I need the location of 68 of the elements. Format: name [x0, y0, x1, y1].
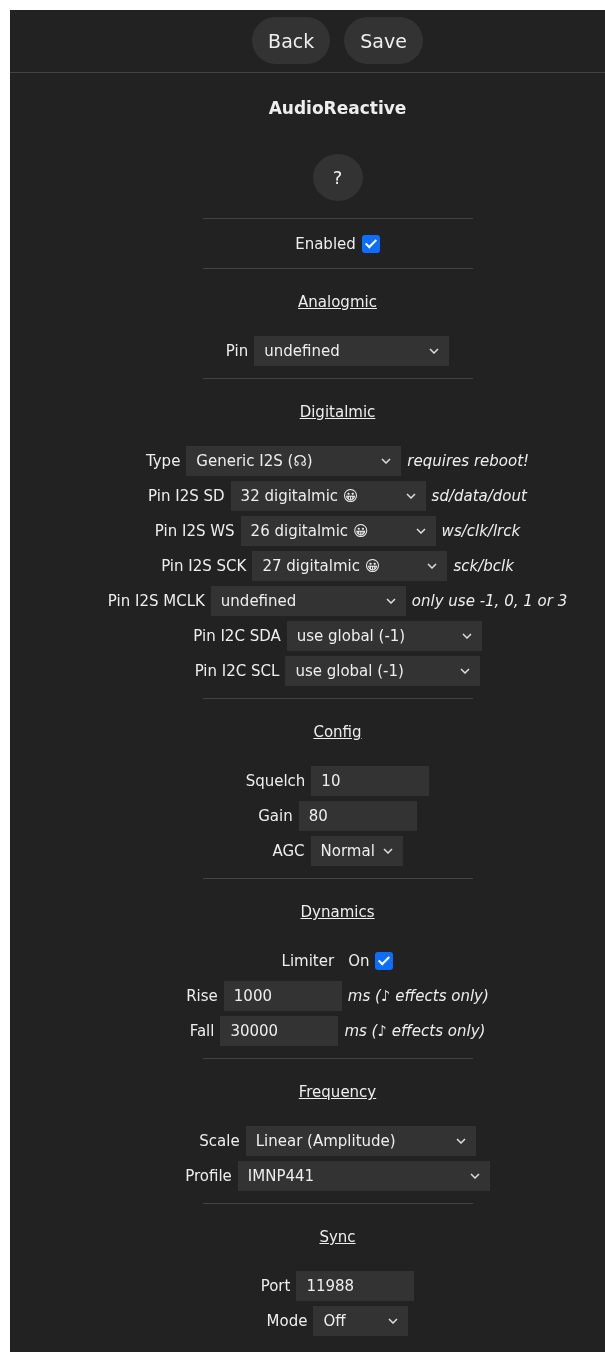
- field-label: Enabled: [295, 233, 356, 254]
- nav-button[interactable]: Save: [344, 17, 423, 64]
- page-title: AudioReactive: [267, 97, 408, 119]
- hint-text: sck/bclk: [453, 557, 514, 575]
- chevron-icon: [405, 493, 416, 499]
- dropdown[interactable]: 26 digitalmic 😀: [240, 516, 436, 546]
- field-label: Gain: [258, 806, 293, 826]
- dropdown[interactable]: Generic I2S (☊): [186, 446, 402, 476]
- field-label: Pin: [225, 341, 249, 361]
- checkbox-label: On: [348, 951, 370, 971]
- checkbox[interactable]: [361, 234, 380, 253]
- field-label: Fall: [189, 1021, 215, 1041]
- dropdown[interactable]: 32 digitalmic 😀: [230, 481, 426, 511]
- field-label: Limiter: [281, 951, 335, 971]
- hint-text: sd/data/dout: [431, 487, 527, 505]
- hint-text: only use -1, 0, 1 or 3: [411, 592, 568, 610]
- dropdown[interactable]: 27 digitalmic 😀: [252, 551, 448, 581]
- help-button[interactable]: ?: [312, 154, 363, 201]
- field-label: Pin I2S WS: [154, 521, 235, 541]
- field-label: Squelch: [245, 771, 306, 791]
- input-field[interactable]: 80: [298, 801, 417, 831]
- chevron-icon: [385, 598, 396, 604]
- chevron-icon: [461, 633, 472, 639]
- dropdown[interactable]: IMNP441: [237, 1161, 490, 1191]
- chevron-icon: [427, 563, 438, 569]
- dropdown[interactable]: undefined: [254, 336, 450, 366]
- section-heading: Frequency: [298, 1082, 377, 1102]
- field-label: Profile: [185, 1166, 232, 1186]
- input-field[interactable]: 1000: [223, 981, 342, 1011]
- field-label: Rise: [186, 986, 218, 1006]
- input-field[interactable]: 30000: [220, 1016, 339, 1046]
- field-label: Pin I2C SDA: [193, 626, 281, 646]
- nav-button[interactable]: Back: [252, 17, 331, 64]
- chevron-icon: [381, 458, 392, 464]
- dropdown[interactable]: Normal: [310, 836, 403, 866]
- field-label: Port: [260, 1276, 291, 1296]
- hint-text: requires reboot!: [407, 452, 530, 470]
- dropdown[interactable]: Linear (Amplitude): [245, 1126, 476, 1156]
- dropdown[interactable]: undefined: [210, 586, 406, 616]
- chevron-icon: [469, 1173, 480, 1179]
- dropdown[interactable]: use global (-1): [286, 621, 482, 651]
- hint-text: ms (♪ effects only): [344, 1022, 486, 1040]
- field-label: Scale: [199, 1131, 240, 1151]
- chevron-icon: [415, 528, 426, 534]
- section-heading: Config: [313, 722, 362, 742]
- chevron-icon: [429, 348, 440, 354]
- field-label: Pin I2C SCL: [194, 661, 280, 681]
- field-label: Type: [145, 451, 181, 471]
- section-heading: Digitalmic: [299, 402, 376, 422]
- field-label: Mode: [266, 1311, 308, 1331]
- chevron-icon: [455, 1138, 466, 1144]
- chevron-icon: [382, 848, 393, 854]
- section-heading: Analogmic: [298, 292, 377, 312]
- field-label: Pin I2S MCLK: [107, 591, 205, 611]
- input-field[interactable]: 11988: [296, 1271, 415, 1301]
- section-heading: Dynamics: [300, 902, 375, 922]
- field-label: Pin I2S SCK: [161, 556, 247, 576]
- chevron-icon: [460, 668, 471, 674]
- input-field[interactable]: 10: [311, 766, 430, 796]
- field-label: AGC: [272, 841, 305, 861]
- dropdown[interactable]: use global (-1): [285, 656, 481, 686]
- field-label: Pin I2S SD: [148, 486, 225, 506]
- chevron-icon: [388, 1318, 399, 1324]
- hint-text: ws/clk/lrck: [441, 522, 521, 540]
- checkbox[interactable]: [375, 952, 394, 970]
- dropdown[interactable]: Off: [313, 1306, 409, 1336]
- hint-text: ms (♪ effects only): [347, 987, 489, 1005]
- section-heading: Sync: [319, 1227, 356, 1247]
